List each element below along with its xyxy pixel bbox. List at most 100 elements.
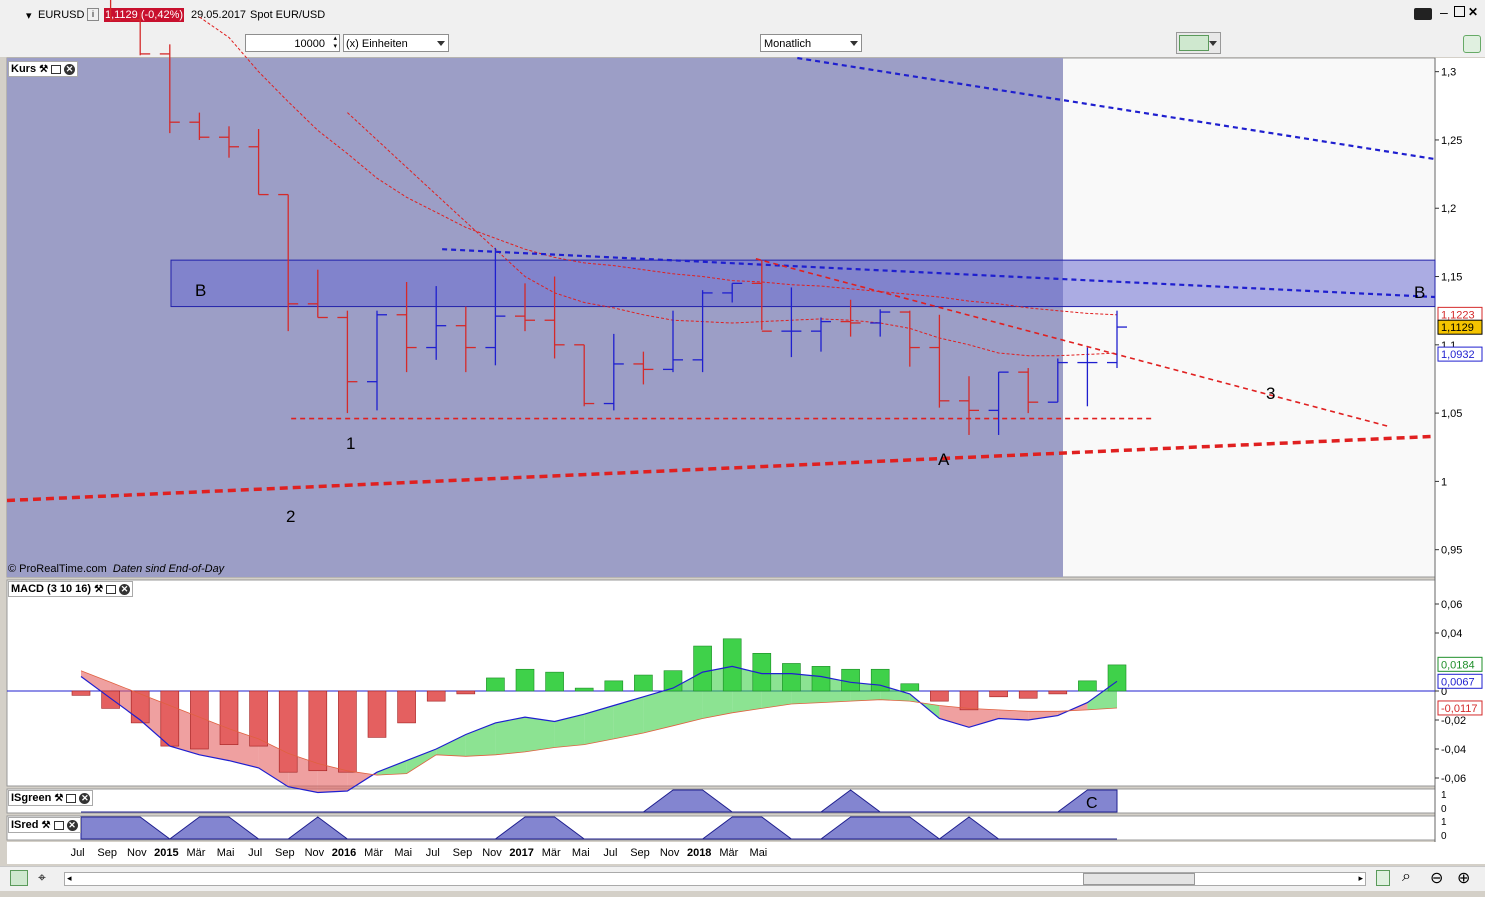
- macd-histogram-bar: [486, 677, 505, 692]
- price-panel-label: Kurs ⚒ ✕: [8, 61, 79, 77]
- wrench-icon[interactable]: ⚒: [42, 820, 51, 830]
- zoom-fit-icon[interactable]: ⌕: [1402, 868, 1411, 886]
- xaxis-label: Nov: [660, 847, 680, 859]
- xaxis-label: Mai: [217, 847, 235, 859]
- ohlc-bar: [130, 11, 151, 56]
- macd-histogram-bar: [130, 690, 150, 724]
- macd-histogram-bar: [811, 666, 831, 692]
- macd-histogram-bar: [397, 690, 416, 724]
- indicator-tick-label: 0: [1441, 831, 1447, 842]
- window-icon[interactable]: [106, 584, 117, 594]
- xaxis-label: 2017: [509, 847, 533, 859]
- scroll-right-icon[interactable]: ▸: [1358, 873, 1363, 884]
- macd-histogram-bar: [426, 690, 446, 702]
- close-panel-icon[interactable]: ✕: [119, 583, 131, 595]
- close-panel-icon[interactable]: ✕: [79, 792, 91, 804]
- macd-histogram-bar: [219, 690, 239, 745]
- macd-histogram-bar: [71, 690, 91, 696]
- macd-histogram-bar: [456, 690, 476, 695]
- price-tag-label: 1,0932: [1441, 349, 1475, 361]
- macd-panel-title: MACD (3 10 16): [11, 583, 92, 595]
- close-panel-icon[interactable]: ✕: [66, 819, 78, 831]
- price-tick-label: 0,95: [1441, 545, 1462, 557]
- annotation-label: A: [938, 450, 950, 469]
- macd-value-label: 0,0067: [1441, 676, 1475, 688]
- close-panel-icon[interactable]: ✕: [64, 63, 76, 75]
- annotation-label: B: [1414, 283, 1425, 302]
- macd-histogram-bar: [693, 645, 712, 692]
- xaxis-label: Nov: [305, 847, 325, 859]
- xaxis-label: 2018: [687, 847, 711, 859]
- macd-tick-label: -0,06: [1441, 773, 1466, 785]
- chart-area: B B123A1,31,251,21,151,11,0510,951,12231,…: [6, 0, 1485, 864]
- wrench-icon[interactable]: ⚒: [94, 584, 103, 594]
- window-icon[interactable]: [51, 64, 62, 74]
- macd-fill: [495, 717, 525, 755]
- macd-histogram-bar: [841, 668, 860, 692]
- xaxis-label: Jul: [71, 847, 85, 859]
- macd-histogram-bar: [900, 683, 920, 692]
- price-tick-label: 1,15: [1441, 272, 1462, 284]
- xaxis-label: 2016: [332, 847, 356, 859]
- macd-histogram-bar: [989, 690, 1008, 698]
- cursor-icon[interactable]: ⌖: [38, 869, 46, 886]
- xaxis-label: Nov: [482, 847, 502, 859]
- isgreen-panel-label: ISgreen ⚒ ✕: [8, 790, 94, 806]
- macd-histogram-bar: [515, 668, 535, 692]
- window-icon[interactable]: [66, 793, 77, 803]
- macd-histogram-bar: [545, 671, 564, 692]
- macd-histogram-bar: [367, 690, 387, 738]
- xaxis-label: Sep: [275, 847, 295, 859]
- xaxis-label: Sep: [630, 847, 650, 859]
- price-panel-title: Kurs: [11, 63, 37, 75]
- xaxis-label: Mär: [542, 847, 561, 859]
- zoom-out-icon[interactable]: ⊖: [1430, 868, 1443, 888]
- scroll-thumb[interactable]: [1083, 873, 1195, 885]
- macd-histogram-bar: [1078, 680, 1097, 692]
- macd-fill: [525, 717, 555, 752]
- window-icon[interactable]: [53, 820, 64, 830]
- xaxis-label: Mär: [719, 847, 738, 859]
- watermark-brand: © ProRealTime.com: [8, 563, 107, 575]
- scroll-left-icon[interactable]: ◂: [67, 873, 72, 884]
- macd-histogram-bar: [190, 690, 209, 750]
- macd-histogram-bar: [930, 690, 949, 702]
- indicator-tick-label: 1: [1441, 790, 1447, 801]
- annotation-label: B: [195, 281, 206, 300]
- xaxis-label: 2015: [154, 847, 178, 859]
- zoom-in-icon[interactable]: ⊕: [1457, 868, 1470, 888]
- autoscale-icon[interactable]: [1376, 870, 1390, 886]
- watermark-note: Daten sind End-of-Day: [112, 563, 225, 575]
- xaxis-label: Sep: [97, 847, 117, 859]
- price-tick-label: 1: [1441, 476, 1447, 488]
- wrench-icon[interactable]: ⚒: [39, 64, 48, 74]
- macd-histogram-bar: [249, 690, 268, 747]
- macd-histogram-bar: [959, 690, 979, 711]
- macd-histogram-bar: [782, 663, 801, 692]
- annotation-label: 1: [346, 434, 355, 453]
- xaxis-label: Mai: [572, 847, 590, 859]
- bottom-bar: ⌖ ◂ ▸ ⌕ ⊖ ⊕: [0, 866, 1485, 891]
- macd-value-label: -0,0117: [1441, 703, 1478, 715]
- macd-tick-label: -0,04: [1441, 744, 1466, 756]
- ohlc-bar: [109, 0, 121, 22]
- macd-histogram-bar: [160, 690, 180, 747]
- chart-icon[interactable]: [10, 870, 28, 886]
- price-tick-label: 1,25: [1441, 135, 1462, 147]
- price-tag-label: 1,1223: [1441, 309, 1475, 321]
- isgreen-annotation: C: [1086, 795, 1098, 812]
- xaxis-label: Nov: [127, 847, 147, 859]
- xaxis-label: Jul: [248, 847, 262, 859]
- macd-histogram-bar: [1107, 664, 1127, 692]
- horizontal-scrollbar[interactable]: ◂ ▸: [64, 872, 1366, 886]
- annotation-label: 3: [1266, 384, 1275, 403]
- macd-histogram-bar: [722, 638, 742, 692]
- history-shade: [7, 58, 1063, 577]
- wrench-icon[interactable]: ⚒: [54, 793, 63, 803]
- macd-panel-label: MACD (3 10 16) ⚒ ✕: [8, 581, 134, 597]
- indicator-tick-label: 1: [1441, 817, 1447, 828]
- isgreen-panel-title: ISgreen: [11, 792, 52, 804]
- macd-histogram-bar: [574, 687, 594, 692]
- price-tick-label: 1,3: [1441, 67, 1456, 79]
- isred-panel-title: ISred: [11, 819, 39, 831]
